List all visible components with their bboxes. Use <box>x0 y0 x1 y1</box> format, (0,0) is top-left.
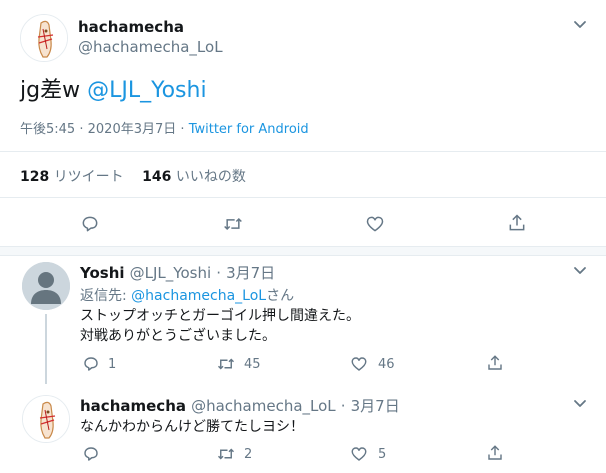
tweet-text: jg差w @LJL_Yoshi <box>20 72 207 104</box>
avatar[interactable] <box>22 262 70 310</box>
chevron-down-icon[interactable] <box>572 395 588 411</box>
reply-icon[interactable] <box>82 355 100 373</box>
tweet-date[interactable]: 3月7日 <box>351 397 400 415</box>
like-icon[interactable] <box>365 214 385 234</box>
avatar[interactable] <box>20 14 68 62</box>
user-handle[interactable]: @LJL_Yoshi <box>130 264 211 282</box>
divider <box>0 197 606 198</box>
reply-header: hachamecha @hachamecha_LoL · 3月7日 <box>80 395 400 416</box>
retweet-count: 45 <box>244 357 261 372</box>
tweet-date[interactable]: 2020年3月7日 <box>88 122 177 137</box>
reply-text-line: なんかわからんけど勝てたしヨシ！ <box>80 419 304 435</box>
like-count: 146 <box>142 169 172 185</box>
tweet-source-link[interactable]: Twitter for Android <box>189 122 309 137</box>
replying-to: 返信先: @hachamecha_LoLさん <box>80 285 294 305</box>
like-icon[interactable] <box>350 355 368 373</box>
retweet-count: 128 <box>20 169 50 185</box>
default-avatar-icon <box>22 262 70 310</box>
like-count: 5 <box>378 447 387 462</box>
like-stat[interactable]: 146 いいねの数 <box>142 169 246 185</box>
tweet-date[interactable]: 3月7日 <box>226 264 275 282</box>
reply-text-line: 対戦ありがとうございました。 <box>80 328 276 344</box>
retweet-icon[interactable] <box>216 355 236 373</box>
user-handle[interactable]: @hachamecha_LoL <box>78 38 223 56</box>
like-count: 46 <box>378 357 395 372</box>
reply-icon[interactable] <box>82 445 100 463</box>
thread-line <box>45 314 47 384</box>
avatar-logo-icon <box>23 396 69 442</box>
section-separator <box>0 246 606 256</box>
display-name[interactable]: Yoshi <box>80 264 125 282</box>
tweet-metadata: 午後5:45 · 2020年3月7日 · Twitter for Android <box>20 118 309 137</box>
separator-dot: · <box>180 122 185 137</box>
replying-to-prefix: 返信先: <box>80 288 132 304</box>
replying-to-suffix: さん <box>266 288 295 304</box>
reply-text: ストップオッチとガーゴイル押し間違えた。 対戦ありがとうございました。 <box>80 306 360 346</box>
separator-dot: · <box>79 122 84 137</box>
share-icon[interactable] <box>486 354 504 372</box>
divider <box>0 151 606 152</box>
chevron-down-icon[interactable] <box>572 262 588 278</box>
display-name[interactable]: hachamecha <box>78 18 184 36</box>
replying-to-handle[interactable]: @hachamecha_LoL <box>131 288 266 304</box>
reply-text: なんかわからんけど勝てたしヨシ！ <box>80 417 304 437</box>
reply-header: Yoshi @LJL_Yoshi · 3月7日 <box>80 262 275 283</box>
avatar[interactable] <box>22 395 70 443</box>
separator-dot: · <box>340 397 346 415</box>
chevron-down-icon[interactable] <box>572 16 588 32</box>
retweet-icon[interactable] <box>216 445 236 463</box>
tweet-time[interactable]: 午後5:45 <box>20 122 75 137</box>
reply-text-line: ストップオッチとガーゴイル押し間違えた。 <box>80 308 360 324</box>
share-icon[interactable] <box>507 213 527 233</box>
engagement-stats: 128 リツイート 146 いいねの数 <box>20 166 246 186</box>
separator-dot: · <box>216 264 221 282</box>
avatar-logo-icon <box>21 15 67 61</box>
display-name[interactable]: hachamecha <box>80 397 186 415</box>
user-handle[interactable]: @hachamecha_LoL <box>191 397 336 415</box>
reply-icon[interactable] <box>80 214 100 234</box>
retweet-stat[interactable]: 128 リツイート <box>20 169 128 185</box>
like-label: いいねの数 <box>175 169 246 185</box>
mention-link[interactable]: @LJL_Yoshi <box>87 78 207 103</box>
share-icon[interactable] <box>486 444 504 462</box>
retweet-icon[interactable] <box>222 214 244 234</box>
retweet-count: 2 <box>244 447 253 462</box>
like-icon[interactable] <box>350 445 368 463</box>
reply-count: 1 <box>108 357 117 372</box>
tweet-text-body: jg差w <box>20 78 88 103</box>
retweet-label: リツイート <box>53 169 124 185</box>
